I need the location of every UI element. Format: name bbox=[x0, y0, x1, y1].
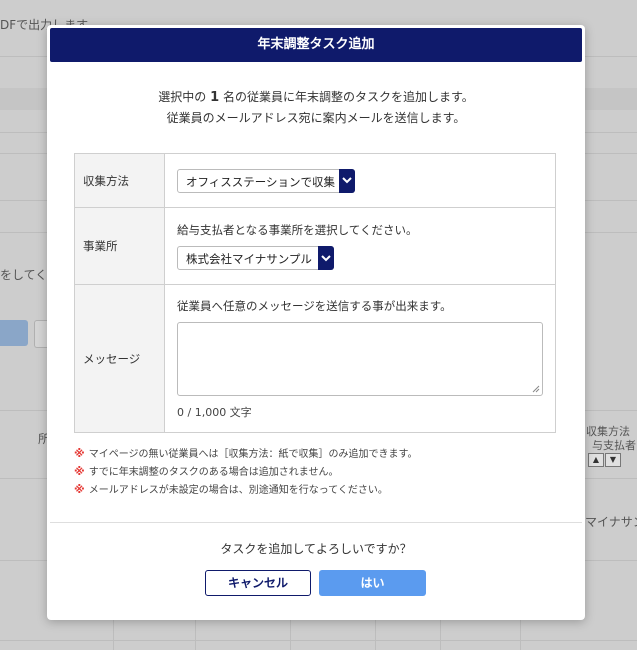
asterisk-mark: ※ bbox=[74, 447, 85, 460]
message-label: メッセージ bbox=[74, 284, 165, 433]
note-item: ※ メールアドレスが未設定の場合は、別途通知を行なってください。 bbox=[74, 483, 388, 496]
bg-left-fragment: をしてく bbox=[0, 268, 48, 282]
asterisk-mark: ※ bbox=[74, 465, 85, 478]
confirm-text: タスクを追加してよろしいですか？ bbox=[220, 542, 412, 556]
resize-grip-icon[interactable] bbox=[532, 385, 540, 393]
cancel-button[interactable]: キャンセル bbox=[205, 570, 311, 596]
office-label: 事業所 bbox=[74, 207, 165, 285]
office-hint: 給与支払者となる事業所を選択してください。 bbox=[177, 223, 418, 237]
notes-list: ※ マイページの無い従業員へは［収集方法：紙で収集］のみ追加できます。 ※ すでに年… bbox=[74, 445, 418, 499]
intro-line-1: 選択中の 1 名の従業員に年末調整のタスクを追加します。 bbox=[158, 90, 474, 105]
modal-divider bbox=[50, 522, 582, 523]
add-task-modal: 年末調整タスク追加 選択中の 1 名の従業員に年末調整のタスクを追加します。 従… bbox=[47, 25, 585, 620]
bg-header-line2: 与支払者) bbox=[592, 439, 637, 452]
task-form: 収集方法 オフィスステーションで収集 事業所 給与支払者となる事業所を選択してく… bbox=[74, 153, 556, 433]
message-textarea[interactable] bbox=[177, 321, 543, 396]
asterisk-mark: ※ bbox=[74, 483, 85, 496]
bg-blue-button bbox=[0, 320, 28, 346]
sort-desc-icon: ▼ bbox=[605, 453, 621, 467]
chevron-down-icon bbox=[318, 246, 334, 270]
office-select[interactable]: 株式会社マイナサンプル bbox=[177, 246, 334, 270]
collection-method-label: 収集方法 bbox=[74, 153, 165, 208]
collection-method-select[interactable]: オフィスステーションで収集 bbox=[177, 168, 355, 193]
intro-line-2: 従業員のメールアドレス宛に案内メールを送信します。 bbox=[166, 111, 466, 125]
bg-divider bbox=[0, 640, 637, 641]
bg-right-cell: マイナサン bbox=[585, 515, 637, 529]
note-item: ※ すでに年末調整のタスクのある場合は追加されません。 bbox=[74, 465, 339, 478]
message-hint: 従業員へ任意のメッセージを送信する事が出来ます。 bbox=[177, 298, 452, 313]
employee-count: 1 bbox=[210, 90, 220, 105]
character-counter: 0 / 1,000 文字 bbox=[177, 405, 252, 419]
note-item: ※ マイページの無い従業員へは［収集方法：紙で収集］のみ追加できます。 bbox=[74, 447, 418, 460]
chevron-down-icon bbox=[339, 168, 355, 193]
modal-title: 年末調整タスク追加 bbox=[50, 28, 582, 62]
sort-asc-icon: ▲ bbox=[588, 453, 604, 467]
yes-button[interactable]: はい bbox=[319, 570, 426, 596]
